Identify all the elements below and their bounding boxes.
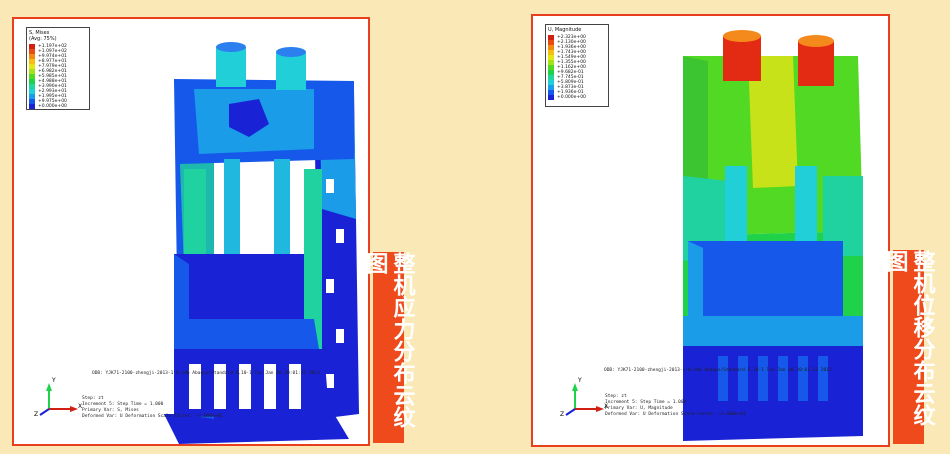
stress-contour-panel: S, Mises (Avg: 75%) +1.197e+02 +1.097e+02… (12, 17, 370, 446)
legend-swatch (548, 95, 554, 100)
triad-y-label: Y (52, 377, 56, 384)
footer-deformed: Deformed Var: U Deformation Scale Factor… (605, 412, 746, 417)
odb-line: ODB: YJK71-2100-zhengji-2013-1-8.odb Aba… (92, 371, 320, 376)
triad-y-label: Y (578, 377, 582, 384)
displacement-contour-panel: U, Magnitude +2.323e+00 +2.130e+00 +1.936e… (531, 14, 890, 447)
legend-rows: +1.197e+02 +1.097e+02 +9.974e+01 +8.977e+01… (29, 44, 87, 109)
stress-legend: S, Mises (Avg: 75%) +1.197e+02 +1.097e+02… (26, 27, 90, 110)
legend-title: U, Magnitude (548, 27, 582, 33)
legend-swatch (29, 104, 35, 109)
triad-z-label: Z (34, 411, 39, 418)
displacement-contour-label: 整机位移分布云纹图 (883, 250, 935, 444)
displacement-legend: U, Magnitude +2.323e+00 +2.130e+00 +1.936e… (545, 24, 609, 107)
legend-entry: +0.000e+00 (548, 95, 606, 100)
legend-entry: +0.000e+00 (29, 104, 87, 109)
legend-value: +0.000e+00 (557, 95, 586, 100)
odb-line: ODB: YJK71-2100-zhengji-2013-1-8.odb Aba… (604, 368, 832, 373)
legend-value: +0.000e+00 (38, 104, 67, 109)
step-footer: Step: zt Increment 5: Step Time = 1.000 … (82, 396, 223, 420)
footer-deformed: Deformed Var: U Deformation Scale Factor… (82, 414, 223, 419)
legend-subtitle: (Avg: 75%) (29, 36, 57, 42)
stress-contour-label: 整机应力分布云纹图 (363, 252, 415, 443)
triad-x-label: X (78, 403, 83, 410)
triad-x-label: X (604, 403, 609, 410)
step-footer: Step: zt Increment 5: Step Time = 1.000 … (605, 394, 746, 418)
legend-rows: +2.323e+00 +2.130e+00 +1.936e+00 +1.743e+00… (548, 35, 606, 100)
triad-z-label: Z (560, 411, 565, 418)
